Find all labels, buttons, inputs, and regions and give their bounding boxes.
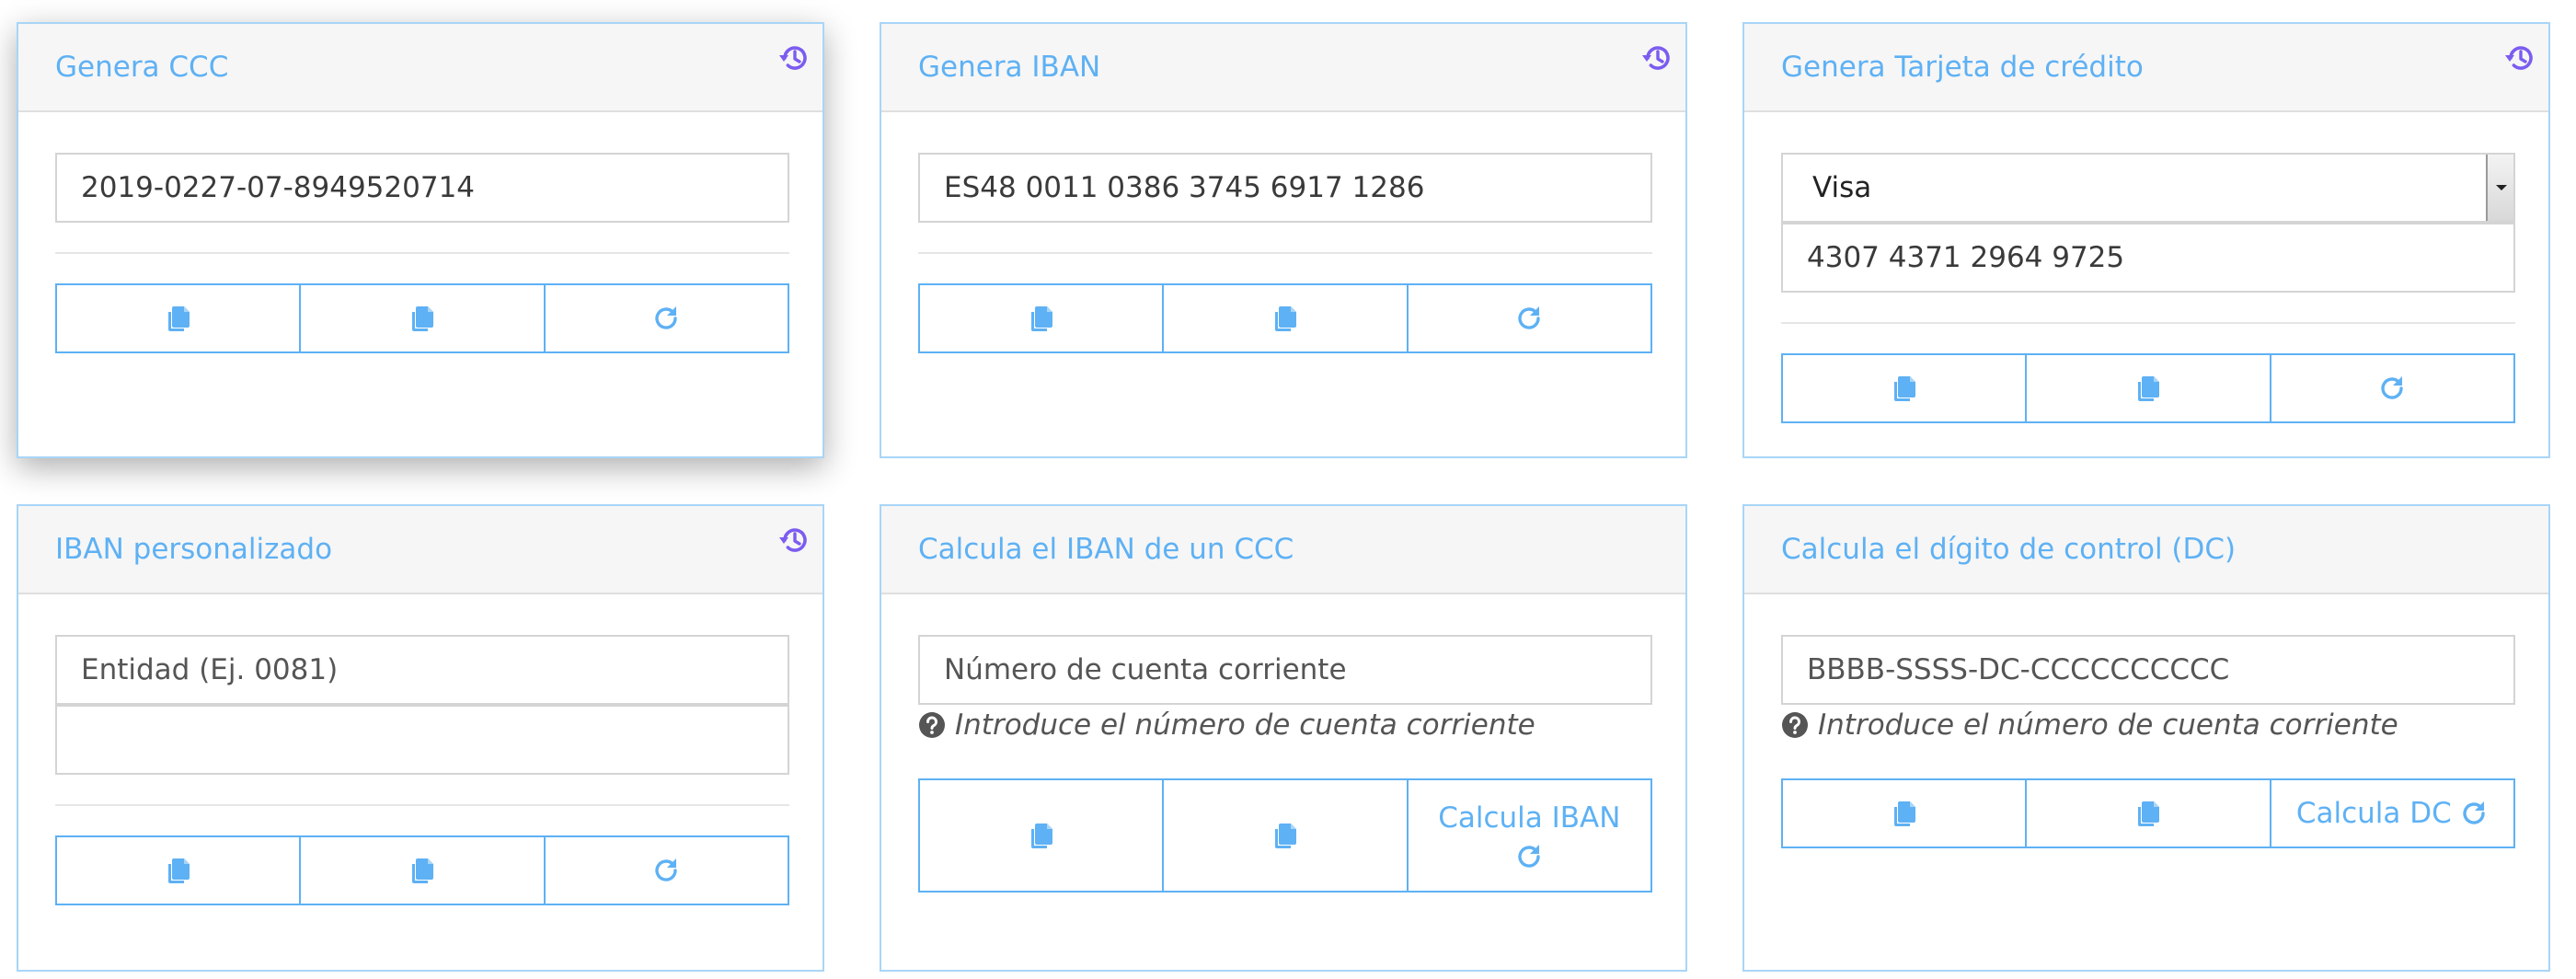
custom-iban-output-field[interactable] bbox=[55, 705, 789, 775]
button-group bbox=[55, 835, 789, 905]
refresh-icon bbox=[651, 856, 681, 885]
copy-icon bbox=[1027, 304, 1056, 333]
divider bbox=[55, 804, 789, 806]
divider bbox=[918, 252, 1652, 254]
regenerate-button[interactable] bbox=[1409, 285, 1650, 351]
calcula-iban-label: Calcula IBAN bbox=[1438, 801, 1621, 835]
regenerate-button[interactable] bbox=[546, 285, 788, 351]
history-icon[interactable] bbox=[778, 42, 810, 74]
card-title: Genera CCC bbox=[55, 51, 229, 84]
card-genera-tarjeta: Genera Tarjeta de crédito Visa 4307 4371… bbox=[1742, 22, 2550, 458]
copy-plain-button[interactable] bbox=[1164, 780, 1409, 891]
copy-icon bbox=[1271, 304, 1300, 333]
copy-plain-button[interactable] bbox=[301, 837, 546, 904]
copy-plain-button[interactable] bbox=[301, 285, 546, 351]
card-genera-iban: Genera IBAN ES48 0011 0386 3745 6917 128… bbox=[880, 22, 1687, 458]
card-title: Calcula el dígito de control (DC) bbox=[1781, 533, 2237, 566]
calcula-dc-label: Calcula DC bbox=[2295, 797, 2452, 830]
copy-icon bbox=[164, 856, 193, 885]
chevron-down-icon[interactable] bbox=[2486, 155, 2513, 221]
card-calcula-iban: Calcula el IBAN de un CCC Número de cuen… bbox=[880, 504, 1687, 972]
refresh-icon bbox=[2377, 374, 2407, 403]
regenerate-button[interactable] bbox=[2271, 355, 2513, 421]
help-text: Introduce el número de cuenta corriente bbox=[918, 708, 1535, 742]
card-title: Genera IBAN bbox=[918, 51, 1101, 84]
iban-output-field[interactable]: ES48 0011 0386 3745 6917 1286 bbox=[918, 153, 1652, 223]
copy-button[interactable] bbox=[1783, 355, 2028, 421]
card-iban-personalizado: IBAN personalizado Entidad (Ej. 0081) bbox=[17, 504, 824, 972]
history-icon[interactable] bbox=[2504, 42, 2536, 74]
calcula-iban-button[interactable]: Calcula IBAN bbox=[1409, 780, 1650, 891]
button-group: Calcula IBAN bbox=[918, 778, 1652, 893]
copy-icon bbox=[2133, 799, 2163, 828]
copy-button[interactable] bbox=[920, 285, 1165, 351]
refresh-icon bbox=[1514, 842, 1544, 871]
card-type-selected: Visa bbox=[1812, 171, 1872, 204]
card-title: Genera Tarjeta de crédito bbox=[1781, 51, 2144, 84]
card-header: IBAN personalizado bbox=[18, 506, 822, 594]
copy-button[interactable] bbox=[1783, 780, 2028, 847]
refresh-icon bbox=[651, 304, 681, 333]
ccc-input[interactable]: Número de cuenta corriente bbox=[918, 635, 1652, 705]
card-title: Calcula el IBAN de un CCC bbox=[918, 533, 1294, 566]
copy-plain-button[interactable] bbox=[2027, 355, 2271, 421]
copy-button[interactable] bbox=[57, 285, 302, 351]
calcula-dc-button[interactable]: Calcula DC bbox=[2271, 780, 2513, 847]
divider bbox=[55, 252, 789, 254]
copy-icon bbox=[1271, 821, 1300, 850]
question-circle-icon bbox=[1781, 711, 1809, 739]
copy-icon bbox=[408, 304, 437, 333]
button-group bbox=[918, 283, 1652, 353]
help-text: Introduce el número de cuenta corriente bbox=[1781, 708, 2398, 742]
copy-icon bbox=[408, 856, 437, 885]
card-header: Genera IBAN bbox=[881, 24, 1685, 112]
refresh-icon bbox=[2459, 799, 2489, 828]
card-header: Calcula el IBAN de un CCC bbox=[881, 506, 1685, 594]
refresh-icon bbox=[1514, 304, 1544, 333]
regenerate-button[interactable] bbox=[546, 837, 788, 904]
card-header: Calcula el dígito de control (DC) bbox=[1744, 506, 2548, 594]
history-icon[interactable] bbox=[778, 524, 810, 556]
card-calcula-dc: Calcula el dígito de control (DC) BBBB-S… bbox=[1742, 504, 2550, 972]
copy-icon bbox=[1890, 799, 1919, 828]
entidad-input[interactable]: Entidad (Ej. 0081) bbox=[55, 635, 789, 705]
ccc-output-field[interactable]: 2019-0227-07-8949520714 bbox=[55, 153, 789, 223]
help-label: Introduce el número de cuenta corriente bbox=[955, 708, 1535, 742]
dc-input[interactable]: BBBB-SSSS-DC-CCCCCCCCCC bbox=[1781, 635, 2515, 705]
copy-icon bbox=[1890, 374, 1919, 403]
help-label: Introduce el número de cuenta corriente bbox=[1818, 708, 2398, 742]
button-group: Calcula DC bbox=[1781, 778, 2515, 848]
card-header: Genera Tarjeta de crédito bbox=[1744, 24, 2548, 112]
copy-icon bbox=[164, 304, 193, 333]
copy-plain-button[interactable] bbox=[2027, 780, 2271, 847]
copy-icon bbox=[1027, 821, 1056, 850]
copy-icon bbox=[2133, 374, 2163, 403]
copy-plain-button[interactable] bbox=[1164, 285, 1409, 351]
card-title: IBAN personalizado bbox=[55, 533, 333, 566]
card-header: Genera CCC bbox=[18, 24, 822, 112]
card-genera-ccc: Genera CCC 2019-0227-07-8949520714 bbox=[17, 22, 824, 458]
history-icon[interactable] bbox=[1641, 42, 1673, 74]
question-circle-icon bbox=[918, 711, 946, 739]
copy-button[interactable] bbox=[920, 780, 1165, 891]
copy-button[interactable] bbox=[57, 837, 302, 904]
card-number-field[interactable]: 4307 4371 2964 9725 bbox=[1781, 223, 2515, 293]
divider bbox=[1781, 322, 2515, 324]
button-group bbox=[55, 283, 789, 353]
button-group bbox=[1781, 353, 2515, 423]
card-type-select[interactable]: Visa bbox=[1781, 153, 2515, 223]
